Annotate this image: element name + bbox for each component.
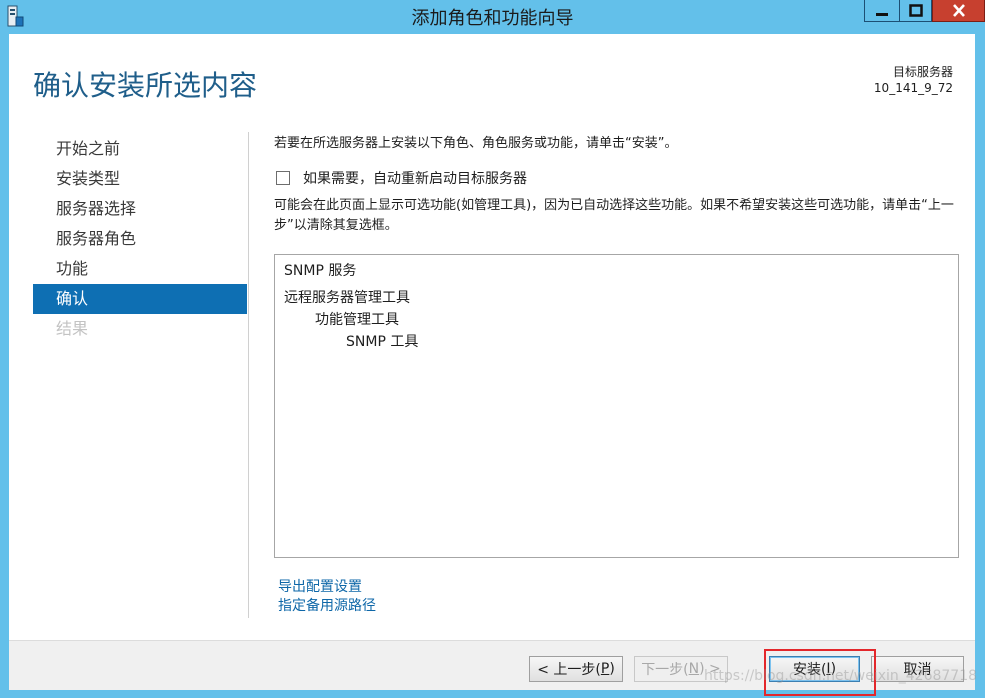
export-config-link[interactable]: 导出配置设置	[278, 578, 376, 597]
target-server-label: 目标服务器	[892, 65, 953, 79]
auto-restart-option[interactable]: 如果需要，自动重新启动目标服务器	[276, 168, 527, 188]
window-title: 添加角色和功能向导	[411, 8, 574, 29]
previous-button[interactable]: < 上一步(P)	[529, 656, 623, 682]
cancel-button[interactable]: 取消	[871, 656, 964, 682]
target-server-value: 10_141_9_72	[873, 81, 953, 95]
nav-item-before-you-begin[interactable]: 开始之前	[33, 134, 247, 164]
next-button-label-end: ) >	[699, 661, 721, 677]
links-area: 导出配置设置 指定备用源路径	[278, 578, 376, 616]
wizard-window: 添加角色和功能向导 确认安装所选内容 目标服务器 10_141_9_72 开始之…	[0, 0, 985, 698]
nav-item-server-selection[interactable]: 服务器选择	[33, 194, 247, 224]
confirmation-content: 若要在所选服务器上安装以下角色、角色服务或功能，请单击“安装”。 如果需要，自动…	[274, 132, 964, 614]
auto-restart-label: 如果需要，自动重新启动目标服务器	[303, 171, 527, 187]
previous-button-label: < 上一步(	[537, 662, 601, 678]
selected-features-list[interactable]: SNMP 服务 远程服务器管理工具 功能管理工具 SNMP 工具	[274, 254, 959, 558]
alternate-source-link[interactable]: 指定备用源路径	[278, 597, 376, 616]
close-icon	[952, 4, 965, 17]
auto-restart-checkbox[interactable]	[276, 171, 290, 185]
previous-button-accesskey: P	[600, 661, 610, 677]
minimize-button[interactable]	[864, 0, 900, 22]
next-button: 下一步(N) >	[634, 656, 728, 682]
target-server-info: 目标服务器 10_141_9_72	[874, 64, 953, 96]
install-button-label-end: )	[830, 661, 837, 677]
nav-item-server-roles[interactable]: 服务器角色	[33, 224, 247, 254]
nav-item-installation-type[interactable]: 安装类型	[33, 164, 247, 194]
next-button-label: 下一步(	[641, 662, 689, 678]
install-button[interactable]: 安装(I)	[769, 656, 860, 682]
install-button-label: 安装(	[792, 662, 827, 678]
nav-item-confirmation[interactable]: 确认	[33, 284, 247, 314]
wizard-footer: < 上一步(P) 下一步(N) > 安装(I) 取消 https://blog.…	[9, 641, 977, 696]
wizard-body: 确认安装所选内容 目标服务器 10_141_9_72 开始之前 安装类型 服务器…	[9, 34, 977, 696]
list-item: SNMP 工具	[346, 334, 419, 350]
maximize-button[interactable]	[899, 0, 932, 22]
nav-divider	[248, 132, 249, 618]
nav-item-results: 结果	[56, 319, 89, 338]
list-item: 远程服务器管理工具	[284, 290, 410, 306]
nav-item-features[interactable]: 功能	[33, 254, 247, 284]
next-button-accesskey: N	[688, 661, 700, 677]
intro-text: 若要在所选服务器上安装以下角色、角色服务或功能，请单击“安装”。	[274, 136, 678, 151]
maximize-icon	[908, 4, 923, 17]
minimize-icon	[876, 12, 888, 16]
list-item: 功能管理工具	[315, 312, 399, 328]
close-button[interactable]	[932, 0, 985, 22]
list-item: SNMP 服务	[284, 263, 357, 279]
page-title: 确认安装所选内容	[33, 69, 258, 102]
title-bar[interactable]: 添加角色和功能向导	[0, 0, 985, 34]
optional-features-note: 可能会在此页面上显示可选功能(如管理工具)，因为已自动选择这些功能。如果不希望安…	[274, 198, 954, 233]
wizard-steps-nav: 开始之前 安装类型 服务器选择 服务器角色 功能 确认 结果	[33, 134, 247, 344]
previous-button-label-end: )	[609, 661, 615, 677]
